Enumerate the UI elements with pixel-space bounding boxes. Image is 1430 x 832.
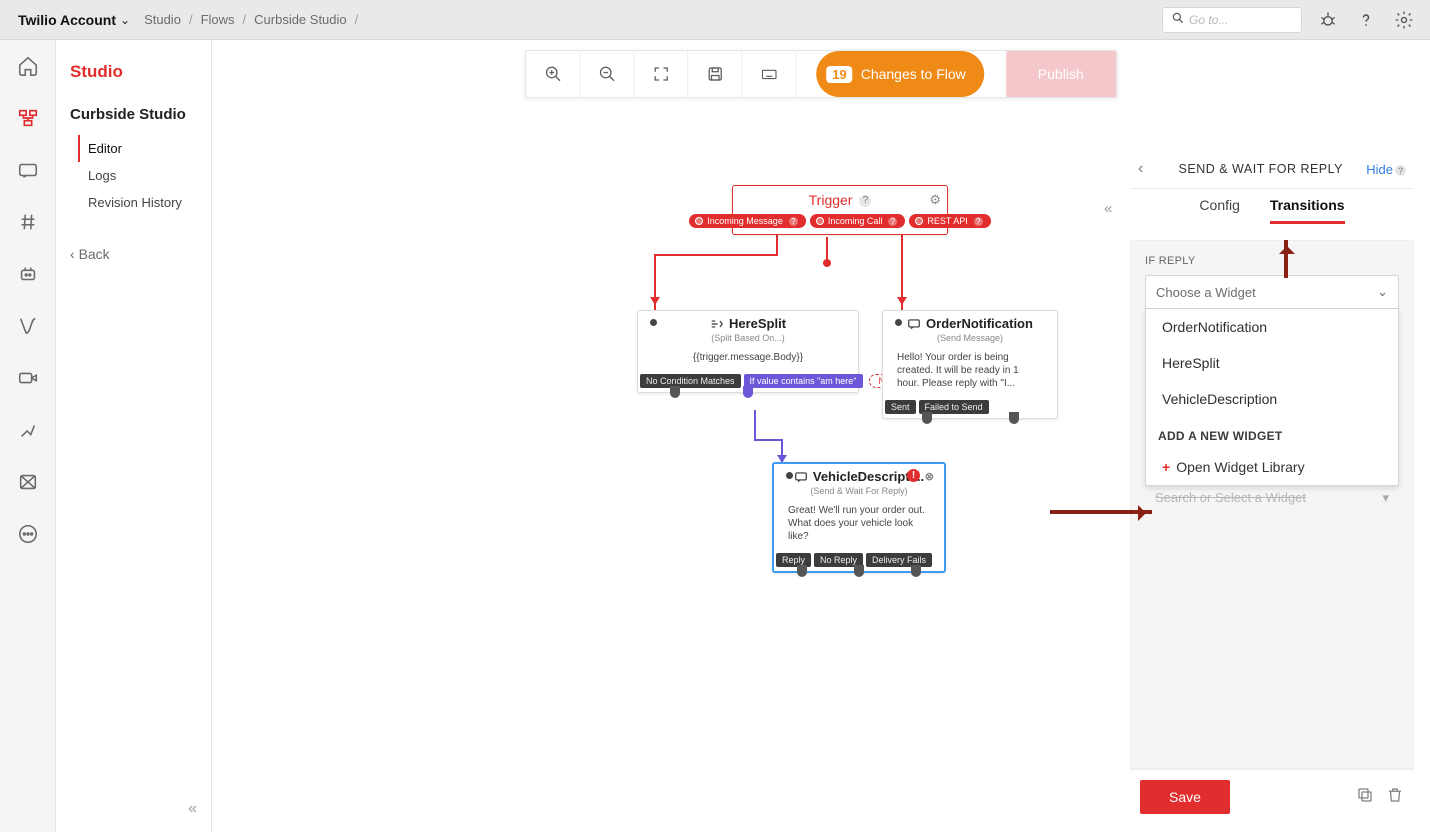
error-icon[interactable]: ! bbox=[907, 469, 920, 482]
account-name[interactable]: Twilio Account bbox=[18, 12, 116, 28]
node-heresplit-body: {{trigger.message.Body}} bbox=[646, 349, 850, 366]
node-vehicledescription[interactable]: VehicleDescripti... ! ⊗ (Send & Wait For… bbox=[772, 462, 946, 573]
message-icon bbox=[907, 317, 921, 331]
node-heresplit-title: HereSplit bbox=[729, 316, 786, 331]
crumb-studio[interactable]: Studio bbox=[144, 12, 181, 27]
widget-select[interactable]: Choose a Widget ⌄ bbox=[1145, 275, 1399, 309]
message-icon bbox=[794, 470, 808, 484]
tag-delivery-fails[interactable]: Delivery Fails bbox=[866, 553, 932, 567]
node-vehicledescription-subtitle: (Send & Wait For Reply) bbox=[782, 486, 936, 496]
widget-search-row[interactable]: Search or Select a Widget ▾ bbox=[1145, 484, 1399, 512]
page-title: Studio bbox=[70, 62, 199, 82]
nav-revision-history[interactable]: Revision History bbox=[78, 189, 199, 216]
help-icon[interactable]: ? bbox=[859, 195, 871, 207]
crumb-sep: / bbox=[355, 12, 359, 27]
widget-dropdown: OrderNotification HereSplit VehicleDescr… bbox=[1145, 309, 1399, 486]
duplicate-icon[interactable] bbox=[1356, 786, 1374, 809]
rail-more-icon[interactable] bbox=[16, 522, 40, 546]
rail-video-icon[interactable] bbox=[16, 366, 40, 390]
back-link[interactable]: ‹ Back bbox=[70, 246, 199, 262]
crumb-sep: / bbox=[189, 12, 193, 27]
inspector-title: SEND & WAIT FOR REPLY bbox=[1155, 162, 1366, 176]
icon-rail bbox=[0, 40, 56, 832]
node-heresplit-subtitle: (Split Based On...) bbox=[646, 333, 850, 343]
secondary-nav: Studio Curbside Studio Editor Logs Revis… bbox=[56, 40, 212, 832]
trigger-incoming-message-pill[interactable]: Incoming Message? bbox=[689, 214, 806, 228]
close-icon[interactable]: ⊗ bbox=[925, 470, 934, 483]
collapse-nav-icon[interactable]: « bbox=[188, 800, 197, 818]
node-heresplit[interactable]: HereSplit (Split Based On...) {{trigger.… bbox=[637, 310, 859, 393]
trigger-rest-api-pill[interactable]: REST API? bbox=[909, 214, 990, 228]
save-button[interactable]: Save bbox=[1140, 780, 1230, 814]
trigger-incoming-call-pill[interactable]: Incoming Call? bbox=[810, 214, 906, 228]
collapse-inspector-icon[interactable]: « bbox=[1104, 200, 1112, 217]
bug-icon[interactable] bbox=[1316, 8, 1340, 32]
widget-search-placeholder: Search or Select a Widget bbox=[1155, 490, 1306, 506]
crumb-flows[interactable]: Flows bbox=[201, 12, 235, 27]
option-heresplit[interactable]: HereSplit bbox=[1146, 345, 1398, 381]
rail-hash-icon[interactable] bbox=[16, 210, 40, 234]
node-ordernotification-title: OrderNotification bbox=[926, 316, 1033, 331]
rail-autopilot-icon[interactable] bbox=[16, 262, 40, 286]
gear-icon[interactable] bbox=[1392, 8, 1416, 32]
help-icon[interactable] bbox=[1354, 8, 1378, 32]
crumb-sep: / bbox=[243, 12, 247, 27]
canvas[interactable]: 19 Changes to Flow Publish bbox=[212, 40, 1430, 832]
tab-config[interactable]: Config bbox=[1199, 197, 1239, 224]
rail-studio-icon[interactable] bbox=[16, 106, 40, 130]
dropdown-group-header: ADD A NEW WIDGET bbox=[1146, 417, 1398, 449]
option-vehicledescription[interactable]: VehicleDescription bbox=[1146, 381, 1398, 417]
rail-messaging-icon[interactable] bbox=[16, 158, 40, 182]
option-open-widget-library[interactable]: +Open Widget Library bbox=[1146, 449, 1398, 485]
node-ordernotification-subtitle: (Send Message) bbox=[891, 333, 1049, 343]
split-icon bbox=[710, 317, 724, 331]
rail-sync-icon[interactable] bbox=[16, 470, 40, 494]
node-trigger[interactable]: Trigger ? ⚙ Incoming Message? Incoming C… bbox=[732, 185, 948, 235]
node-trigger-title: Trigger bbox=[809, 192, 853, 208]
tab-transitions[interactable]: Transitions bbox=[1270, 197, 1345, 224]
tag-value-contains[interactable]: If value contains "am here" bbox=[744, 374, 863, 388]
rail-home-icon[interactable] bbox=[16, 54, 40, 78]
tag-sent[interactable]: Sent bbox=[885, 400, 916, 414]
node-ordernotification-body: Hello! Your order is being created. It w… bbox=[891, 349, 1049, 392]
tag-no-condition[interactable]: No Condition Matches bbox=[640, 374, 741, 388]
global-search[interactable] bbox=[1162, 7, 1302, 33]
inspector-back-icon[interactable]: ‹ bbox=[1138, 160, 1155, 178]
inspector-panel: « ‹ SEND & WAIT FOR REPLY Hide? Config T… bbox=[1130, 150, 1414, 824]
widget-select-placeholder: Choose a Widget bbox=[1156, 285, 1256, 300]
node-vehicledescription-body: Great! We'll run your order out. What do… bbox=[782, 502, 936, 545]
node-ordernotification[interactable]: OrderNotification (Send Message) Hello! … bbox=[882, 310, 1058, 419]
breadcrumb: Studio / Flows / Curbside Studio / bbox=[144, 12, 358, 27]
search-icon bbox=[1171, 11, 1185, 28]
section-if-reply-label: IF REPLY bbox=[1145, 255, 1399, 267]
flow-name: Curbside Studio bbox=[70, 106, 199, 123]
gear-icon[interactable]: ⚙ bbox=[929, 192, 941, 208]
nav-logs[interactable]: Logs bbox=[78, 162, 199, 189]
chevron-down-icon[interactable]: ⌄ bbox=[120, 13, 130, 27]
trash-icon[interactable] bbox=[1386, 786, 1404, 809]
search-input[interactable] bbox=[1189, 13, 1293, 27]
crumb-flowname[interactable]: Curbside Studio bbox=[254, 12, 347, 27]
nav-editor[interactable]: Editor bbox=[78, 135, 199, 162]
inspector-hide-link[interactable]: Hide? bbox=[1366, 162, 1406, 177]
chevron-down-icon: ⌄ bbox=[1377, 284, 1388, 300]
option-ordernotification[interactable]: OrderNotification bbox=[1146, 309, 1398, 345]
rail-functions-icon[interactable] bbox=[16, 314, 40, 338]
rail-taskrouter-icon[interactable] bbox=[16, 418, 40, 442]
